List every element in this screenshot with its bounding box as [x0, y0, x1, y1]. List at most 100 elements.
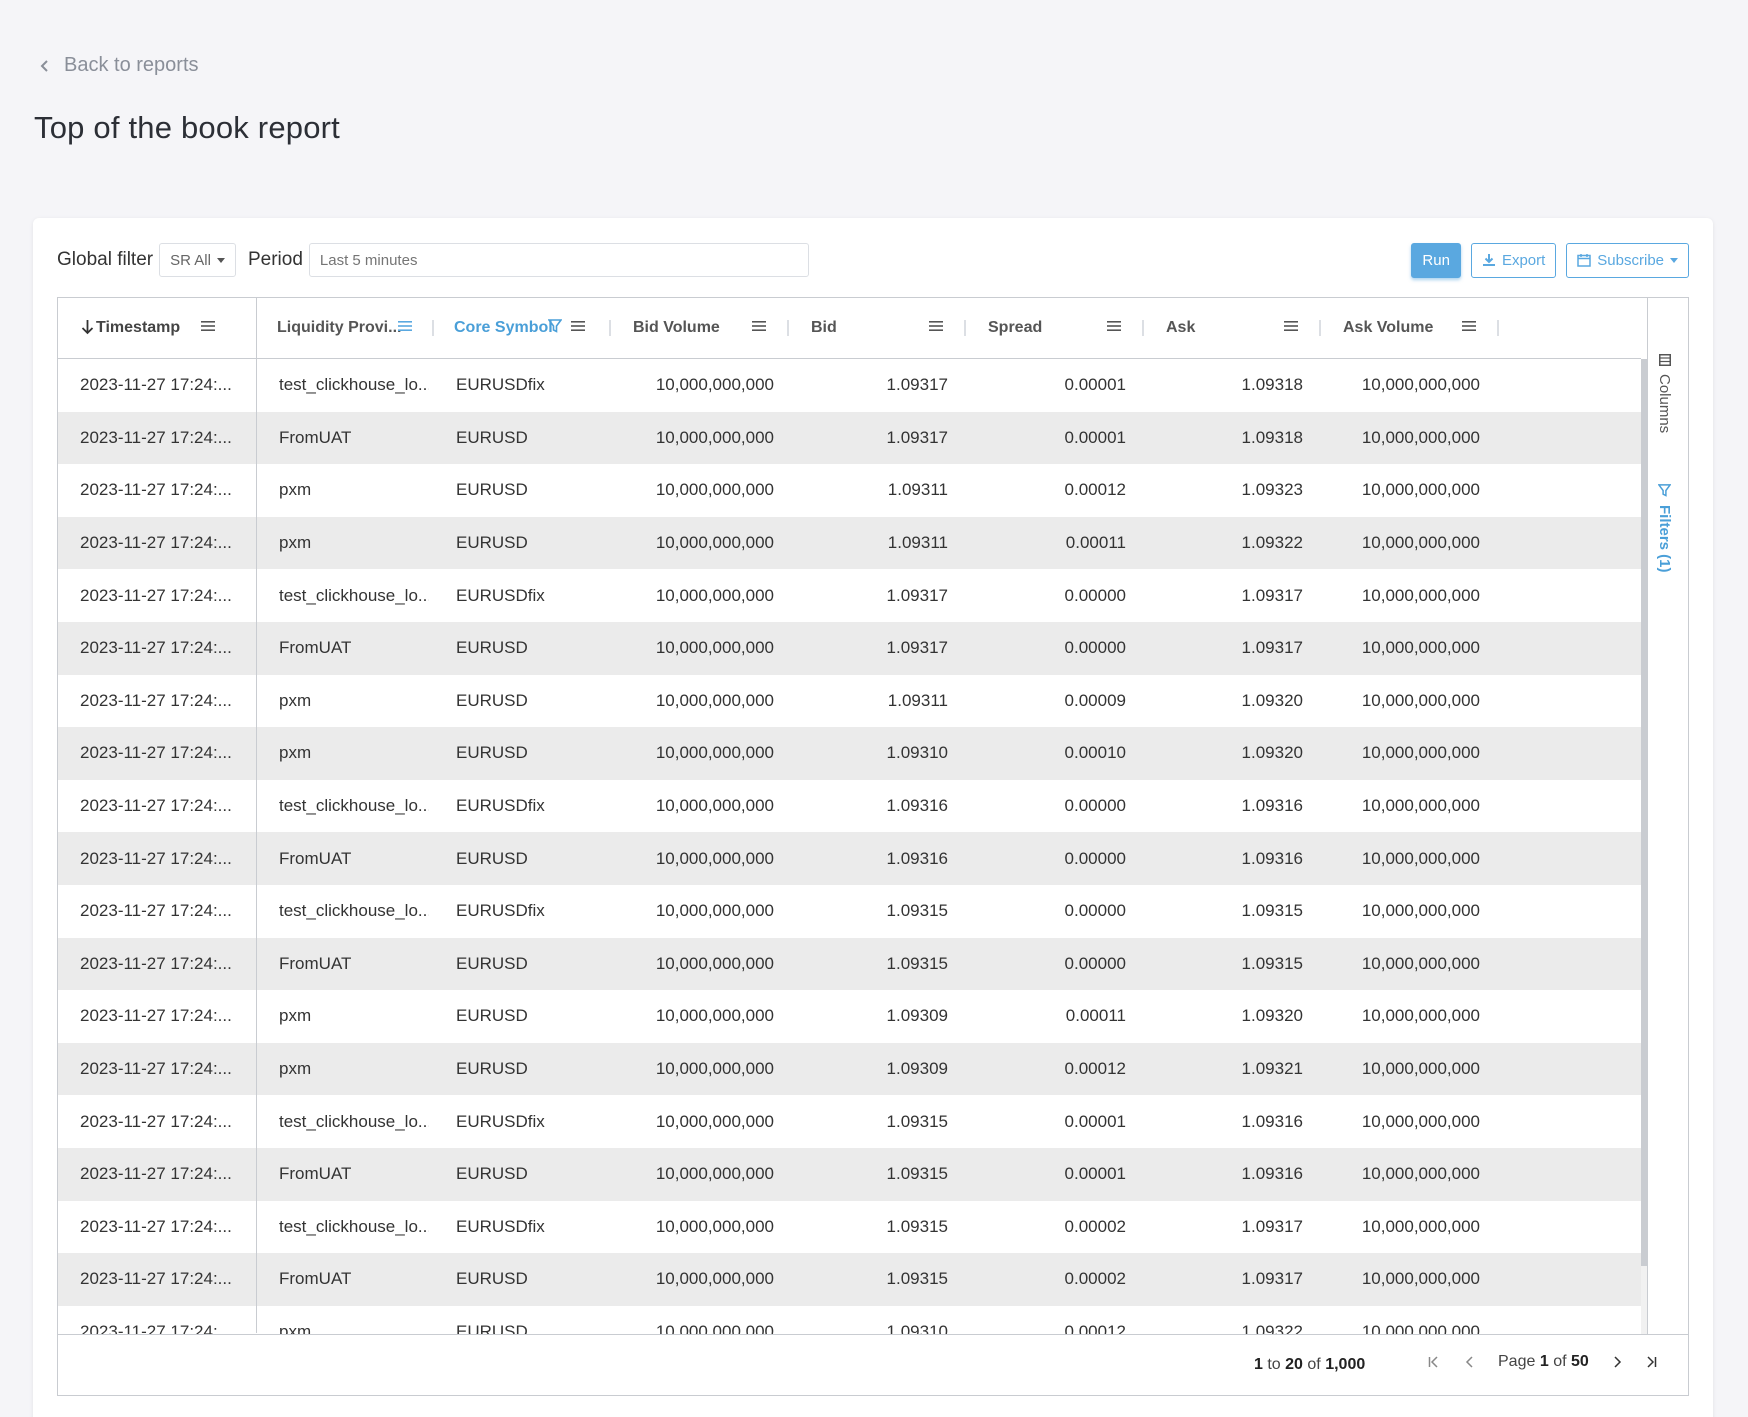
cell-core-symbol: EURUSD [456, 1059, 528, 1079]
cell-core-symbol: EURUSDfix [456, 1216, 545, 1236]
last-page-button[interactable] [1643, 1354, 1659, 1370]
table-row[interactable]: 2023-11-27 17:24:... pxm EURUSD 10,000,000,… [58, 727, 1641, 780]
first-page-button[interactable] [1426, 1354, 1442, 1370]
column-header-ask-volume[interactable]: Ask Volume [1321, 298, 1499, 358]
table-row[interactable]: 2023-11-27 17:24:... FromUAT EURUSD 10,000,… [58, 1253, 1641, 1306]
column-header-bid[interactable]: Bid [789, 298, 966, 358]
cell-bid: 1.09315 [886, 953, 948, 973]
table-row[interactable]: 2023-11-27 17:24:... test_clickhouse_lo..… [58, 569, 1641, 622]
column-header-label: Ask Volume [1343, 319, 1434, 336]
cell-liquidity-provider: test_clickhouse_lo... [279, 901, 429, 921]
cell-ask-volume: 10,000,000,000 [1361, 1322, 1480, 1334]
cell-ask-volume: 10,000,000,000 [1361, 743, 1480, 763]
period-input[interactable] [308, 243, 809, 277]
column-menu-icon[interactable] [1462, 320, 1476, 332]
global-filter-value: SR All [170, 251, 211, 269]
cell-spread: 0.00000 [1064, 585, 1126, 605]
cell-liquidity-provider: FromUAT [279, 638, 352, 658]
column-menu-icon[interactable] [752, 320, 766, 332]
column-menu-icon[interactable] [1107, 320, 1121, 332]
table-row[interactable]: 2023-11-27 17:24:... pxm EURUSD 10,000,000,… [58, 464, 1641, 517]
cell-core-symbol: EURUSDfix [456, 901, 545, 921]
calendar-icon [1577, 254, 1592, 267]
column-menu-icon[interactable] [1284, 320, 1298, 332]
cell-liquidity-provider: pxm [279, 1006, 312, 1026]
column-header-core-symbol[interactable]: Core Symbol [434, 298, 611, 358]
next-page-button[interactable] [1609, 1354, 1625, 1370]
of-word: of [1307, 1356, 1321, 1373]
cell-ask-volume: 10,000,000,000 [1361, 1111, 1480, 1131]
table-row[interactable]: 2023-11-27 17:24:... pxm EURUSD 10,000,000,… [58, 516, 1641, 570]
table-row[interactable]: 2023-11-27 17:24:... pxm EURUSD 10,000,000,… [58, 675, 1641, 728]
table-row[interactable]: 2023-11-27 17:24:... pxm EURUSD 10,000,000,… [58, 990, 1641, 1043]
cell-liquidity-provider: test_clickhouse_lo... [279, 1111, 429, 1131]
table-row[interactable]: 2023-11-27 17:24:... pxm EURUSD 10,000,000,… [58, 1042, 1641, 1096]
table-row[interactable]: 2023-11-27 17:24:... FromUAT EURUSD 10,000,… [58, 411, 1641, 465]
cell-spread: 0.00000 [1064, 848, 1126, 868]
column-header-label: Core Symbol [454, 319, 553, 336]
column-header-spread[interactable]: Spread [966, 298, 1144, 358]
run-button-label: Run [1422, 251, 1450, 269]
cell-timestamp: 2023-11-27 17:24:... [80, 848, 232, 868]
cell-ask: 1.09320 [1241, 690, 1303, 710]
export-button-label: Export [1501, 251, 1546, 269]
cell-ask: 1.09315 [1241, 953, 1303, 973]
column-menu-icon[interactable] [201, 320, 215, 332]
table-row[interactable]: 2023-11-27 17:24:... FromUAT EURUSD 10,000,… [58, 832, 1641, 885]
table-row[interactable]: 2023-11-27 17:24:... test_clickhouse_lo..… [58, 780, 1641, 833]
cell-liquidity-provider: test_clickhouse_lo... [279, 1216, 429, 1236]
subscribe-button[interactable]: Subscribe [1566, 242, 1689, 278]
table-row[interactable]: 2023-11-27 17:24:... test_clickhouse_lo..… [58, 359, 1641, 412]
page-indicator: Page 1 of 50 [1498, 1353, 1589, 1371]
first-page-icon [1428, 1356, 1438, 1368]
table-row[interactable]: 2023-11-27 17:24:... test_clickhouse_lo..… [58, 885, 1641, 938]
cell-bid-volume: 10,000,000,000 [655, 690, 774, 710]
column-menu-icon[interactable] [398, 320, 412, 332]
global-filter-select[interactable]: SR All [159, 243, 236, 277]
cell-timestamp: 2023-11-27 17:24:... [80, 1164, 232, 1184]
filters-panel-tab[interactable]: Filters (1) [1656, 484, 1673, 573]
back-to-reports-link[interactable]: Back to reports [38, 54, 199, 77]
cell-bid: 1.09310 [886, 1322, 948, 1334]
page-controls: Page 1 of 50 [1426, 1353, 1659, 1371]
grid-body: 2023-11-27 17:24:... test_clickhouse_lo..… [58, 359, 1641, 1334]
column-menu-icon[interactable] [929, 320, 943, 332]
column-header-ask[interactable]: Ask [1144, 298, 1321, 358]
cell-core-symbol: EURUSD [456, 427, 528, 447]
chevron-left-icon [40, 59, 48, 72]
cell-spread: 0.00012 [1064, 480, 1126, 500]
cell-ask-volume: 10,000,000,000 [1361, 848, 1480, 868]
column-header-liquidity-provider[interactable]: Liquidity Provi... [257, 298, 434, 358]
previous-page-button[interactable] [1462, 1354, 1478, 1370]
cell-timestamp: 2023-11-27 17:24:... [80, 1269, 232, 1289]
cell-bid: 1.09309 [886, 1059, 948, 1079]
table-row[interactable]: 2023-11-27 17:24:... pxm EURUSD 10,000,000,… [58, 1306, 1641, 1334]
column-header-timestamp[interactable]: Timestamp [58, 298, 256, 358]
page-word: Page [1498, 1353, 1536, 1370]
cell-core-symbol: EURUSD [456, 480, 528, 500]
cell-spread: 0.00001 [1064, 427, 1126, 447]
table-row[interactable]: 2023-11-27 17:24:... test_clickhouse_lo..… [58, 1201, 1641, 1254]
table-row[interactable]: 2023-11-27 17:24:... FromUAT EURUSD 10,000,… [58, 622, 1641, 675]
cell-ask: 1.09318 [1241, 427, 1303, 447]
subscribe-button-label: Subscribe [1597, 251, 1664, 269]
column-separator[interactable] [1497, 320, 1499, 336]
column-header-bid-volume[interactable]: Bid Volume [611, 298, 789, 358]
cell-timestamp: 2023-11-27 17:24:... [80, 1006, 232, 1026]
cell-bid: 1.09317 [886, 427, 948, 447]
cell-bid-volume: 10,000,000,000 [655, 427, 774, 447]
cell-bid-volume: 10,000,000,000 [655, 796, 774, 816]
cell-ask: 1.09317 [1241, 638, 1303, 658]
export-button[interactable]: Export [1470, 242, 1557, 278]
column-header-label: Spread [988, 319, 1043, 336]
download-icon [1482, 254, 1495, 266]
columns-panel-tab[interactable]: Columns [1656, 354, 1673, 433]
table-row[interactable]: 2023-11-27 17:24:... FromUAT EURUSD 10,000,… [58, 1148, 1641, 1201]
table-row[interactable]: 2023-11-27 17:24:... test_clickhouse_lo..… [58, 1095, 1641, 1148]
cell-core-symbol: EURUSDfix [456, 375, 545, 395]
columns-icon [1658, 354, 1671, 366]
column-menu-icon[interactable] [571, 320, 585, 332]
report-grid: Timestamp Liquidity Provi... Core Symbol… [57, 297, 1689, 1396]
table-row[interactable]: 2023-11-27 17:24:... FromUAT EURUSD 10,000,… [58, 937, 1641, 991]
run-button[interactable]: Run [1411, 242, 1461, 278]
